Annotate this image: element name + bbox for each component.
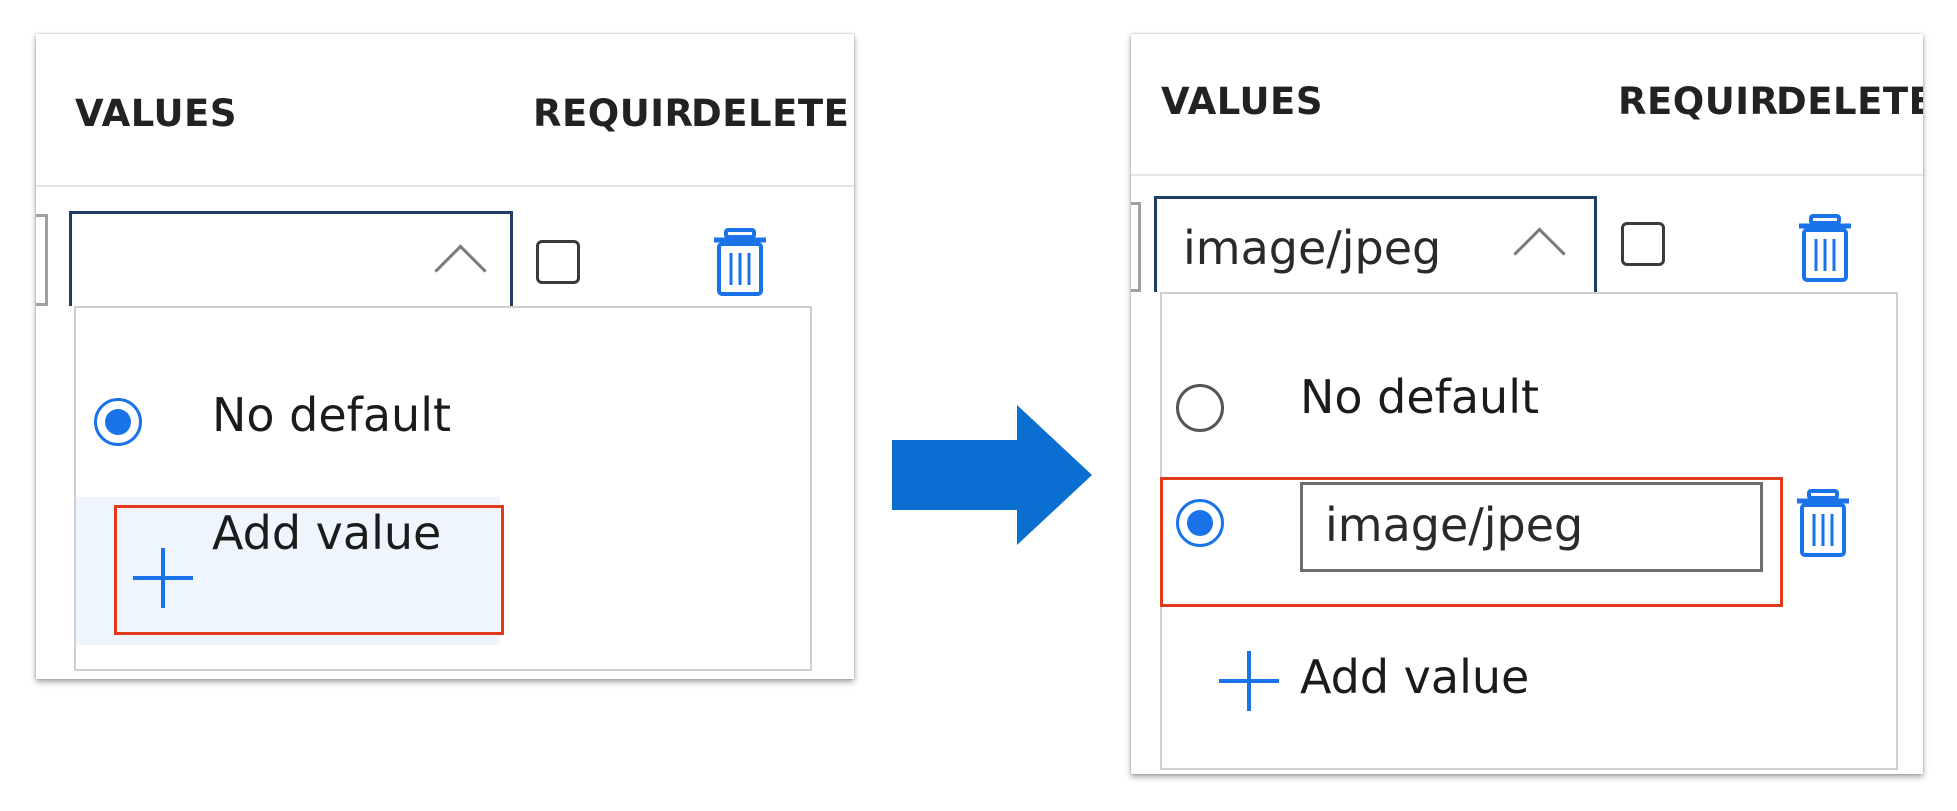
delete-header: DELETE bbox=[1776, 80, 1923, 123]
combobox-value: image/jpeg bbox=[1183, 221, 1442, 275]
panel-before: VALUES REQUIR DELETE No default Add valu… bbox=[36, 34, 854, 679]
chevron-up-icon[interactable] bbox=[1513, 227, 1566, 280]
trash-icon[interactable] bbox=[1795, 489, 1851, 559]
delete-header: DELETE bbox=[691, 92, 850, 135]
required-header: REQUIR bbox=[533, 92, 694, 135]
header-divider bbox=[36, 185, 854, 187]
header-divider bbox=[1131, 174, 1923, 176]
prev-field-edge bbox=[36, 214, 48, 306]
values-header: VALUES bbox=[1161, 80, 1323, 123]
values-header: VALUES bbox=[75, 92, 237, 135]
required-checkbox[interactable] bbox=[1621, 222, 1665, 266]
plus-icon bbox=[1219, 651, 1279, 711]
panel-after: VALUES REQUIR DELETE image/jpeg No defau… bbox=[1131, 34, 1923, 774]
prev-field-edge bbox=[1131, 202, 1141, 292]
no-default-radio[interactable] bbox=[1176, 384, 1224, 432]
no-default-radio[interactable] bbox=[94, 398, 142, 446]
no-default-label[interactable]: No default bbox=[1300, 370, 1539, 424]
trash-icon[interactable] bbox=[1797, 214, 1853, 284]
required-checkbox[interactable] bbox=[536, 240, 580, 284]
arrow-right-icon bbox=[892, 405, 1092, 545]
no-default-label[interactable]: No default bbox=[212, 388, 451, 442]
add-value-label[interactable]: Add value bbox=[1300, 650, 1529, 704]
values-dropdown: No default Add value bbox=[74, 306, 812, 671]
values-dropdown: No default image/jpeg Add value bbox=[1160, 292, 1898, 770]
add-value-highlight bbox=[114, 505, 504, 635]
trash-icon[interactable] bbox=[712, 228, 768, 298]
required-header: REQUIR bbox=[1618, 80, 1779, 123]
values-combobox[interactable]: image/jpeg bbox=[1154, 196, 1597, 292]
chevron-up-icon[interactable] bbox=[434, 244, 487, 297]
values-combobox[interactable] bbox=[69, 211, 513, 306]
new-value-highlight bbox=[1160, 477, 1783, 607]
